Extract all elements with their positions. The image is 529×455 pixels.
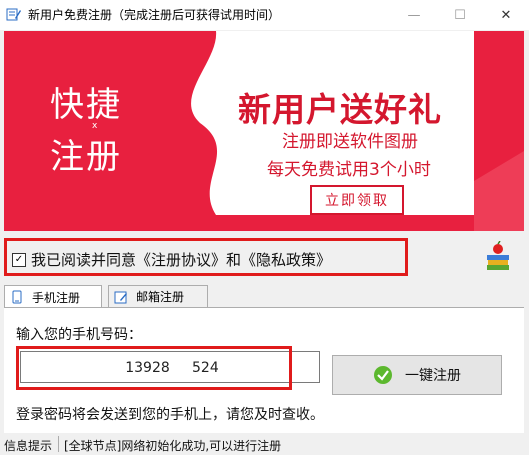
banner-subtitle-1: 注册即送软件图册 xyxy=(282,132,418,152)
check-circle-icon xyxy=(374,366,392,384)
banner-subtitle-2: 每天免费试用3个小时 xyxy=(267,160,431,180)
phone-tab-icon xyxy=(12,290,22,304)
tab-email-register[interactable]: 邮箱注册 xyxy=(108,285,208,307)
status-divider xyxy=(58,436,59,452)
tab-phone-register[interactable]: 手机注册 xyxy=(4,285,102,308)
minimize-button[interactable]: — xyxy=(391,0,437,30)
phone-prompt: 输入您的手机号码： xyxy=(16,327,142,343)
banner-left-line1: 快捷 xyxy=(50,85,122,125)
register-button-label: 一键注册 xyxy=(405,368,461,384)
promo-banner: 快捷 x 注册 新用户送好礼 注册即送软件图册 每天免费试用3个小时 立即领取 xyxy=(4,31,524,231)
books-apple-icon xyxy=(487,241,509,270)
agreement-highlight: ✓ 我已阅读并同意《注册协议》和《隐私政策》 xyxy=(4,238,408,276)
app-icon xyxy=(6,8,21,21)
agreement-text[interactable]: 我已阅读并同意《注册协议》和《隐私政策》 xyxy=(31,249,331,270)
phone-register-panel: 输入您的手机号码： 一键注册 登录密码将会发送到您的手机上，请您及时查收。 xyxy=(4,307,524,433)
tab-email-label: 邮箱注册 xyxy=(136,290,185,304)
password-notice: 登录密码将会发送到您的手机上，请您及时查收。 xyxy=(16,407,324,423)
agreement-checkbox[interactable]: ✓ xyxy=(12,253,26,267)
claim-now-button[interactable]: 立即领取 xyxy=(310,185,404,215)
phone-input-highlight xyxy=(16,346,292,390)
status-bar: 信息提示 [全球节点]网络初始化成功,可以进行注册 xyxy=(0,433,529,455)
one-click-register-button[interactable]: 一键注册 xyxy=(332,355,502,395)
tab-phone-label: 手机注册 xyxy=(32,290,81,305)
title-bar: 新用户免费注册（完成注册后可获得试用时间） — ☐ ✕ xyxy=(0,0,529,30)
status-label: 信息提示 xyxy=(4,439,53,453)
banner-left-line2: 注册 xyxy=(50,137,122,177)
close-button[interactable]: ✕ xyxy=(483,0,529,30)
banner-headline: 新用户送好礼 xyxy=(238,90,442,129)
status-message: [全球节点]网络初始化成功,可以进行注册 xyxy=(64,439,282,453)
maximize-button[interactable]: ☐ xyxy=(437,0,483,30)
window-title: 新用户免费注册（完成注册后可获得试用时间） xyxy=(28,8,281,22)
email-tab-icon xyxy=(114,291,127,303)
